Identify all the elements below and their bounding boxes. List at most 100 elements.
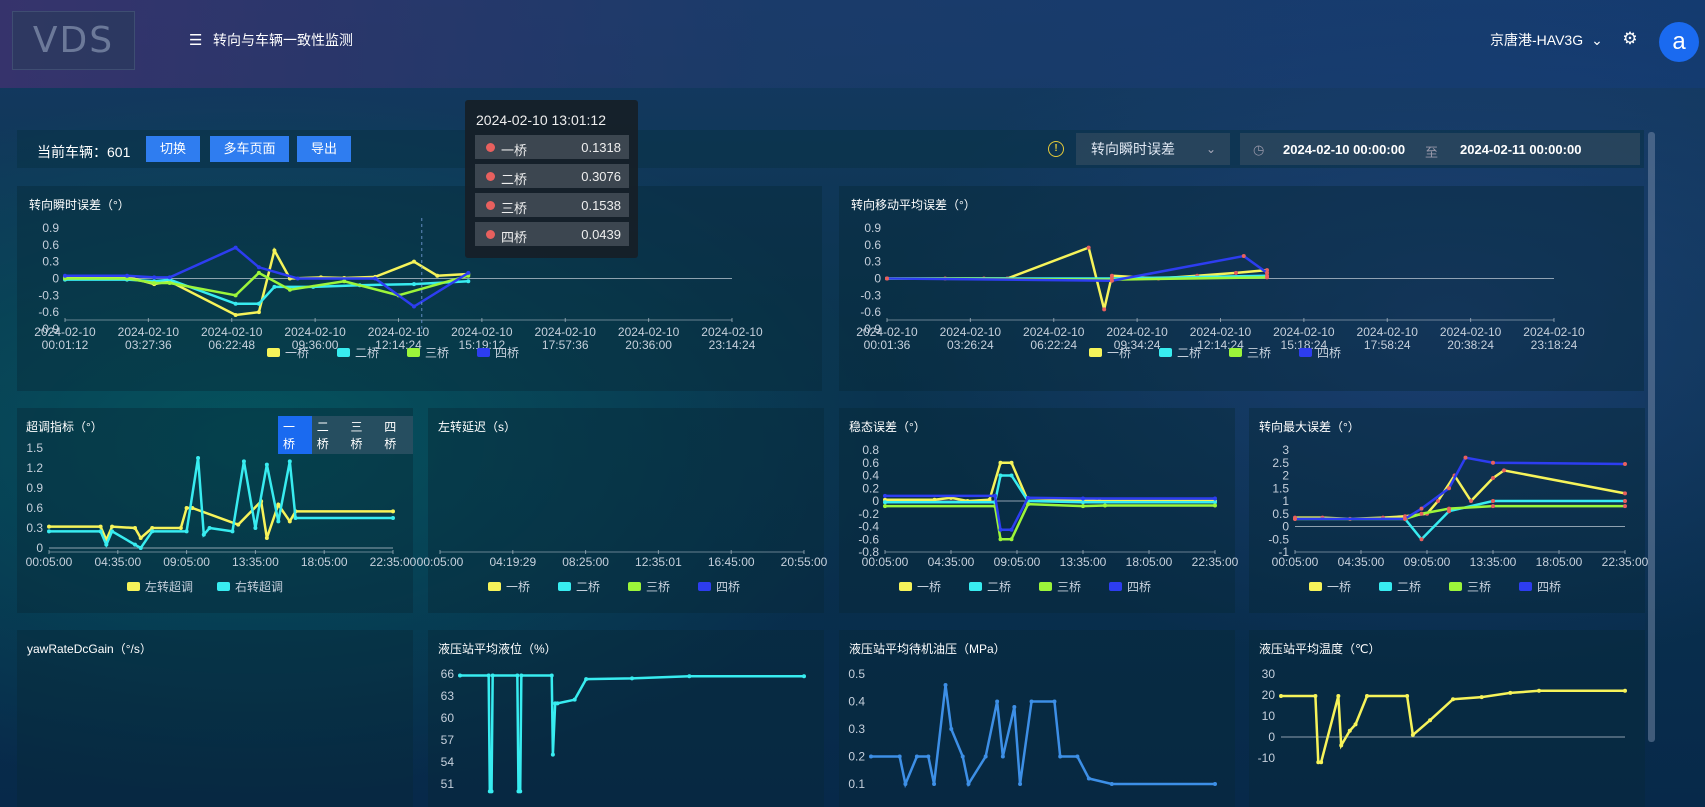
x-tick-label: 06:22:24 (1030, 338, 1077, 352)
chart-mavg[interactable]: 0.90.60.30-0.3-0.6-0.92024-02-1000:01:36… (839, 186, 1644, 391)
date-range-picker[interactable]: ◷ 2024-02-10 00:00:00 至 2024-02-11 00:00… (1240, 133, 1640, 165)
menu-icon[interactable]: ☰ (189, 31, 203, 49)
data-point (572, 697, 577, 702)
y-tick-label: -0.3 (860, 288, 881, 302)
data-point (1081, 496, 1085, 501)
chart-tooltip: 2024-02-10 13:01:12 一桥 0.1318 二桥 0.3076 三桥… (465, 100, 638, 258)
data-point (47, 524, 51, 529)
x-tick-label: 09:05:00 (994, 555, 1041, 569)
chart-press[interactable]: 0.5 0.4 0.3 0.2 0.1 (839, 630, 1235, 807)
scrollbar[interactable] (1648, 132, 1655, 742)
data-point (1103, 503, 1107, 508)
switch-button[interactable]: 切换 (146, 136, 200, 162)
data-point (897, 754, 902, 759)
legend-label: 三桥 (1467, 580, 1491, 594)
data-point (342, 279, 347, 284)
tooltip-row: 三桥 0.1538 (475, 193, 629, 217)
metric-select[interactable]: 转向瞬时误差 ⌄ (1076, 133, 1230, 165)
data-point (932, 782, 937, 786)
data-point (687, 674, 692, 679)
legend-swatch (127, 582, 140, 591)
data-point (584, 677, 589, 682)
chart-inst[interactable]: 0.90.60.30-0.3-0.6-0.92024-02-1000:01:12… (17, 186, 822, 391)
data-point (272, 284, 277, 289)
data-point (1313, 694, 1318, 699)
chart-yaw[interactable] (17, 630, 413, 807)
data-point (1623, 499, 1627, 503)
chevron-down-icon: ⌄ (1205, 142, 1216, 156)
x-tick-label: 00:05:00 (417, 555, 464, 569)
data-point (1009, 460, 1014, 465)
x-tick-label: 13:35:00 (232, 555, 279, 569)
tooltip-row: 一桥 0.1318 (475, 135, 629, 159)
data-point (883, 493, 887, 498)
legend-swatch (1309, 582, 1322, 591)
legend-swatch (1109, 582, 1122, 591)
panel-mavg: 转向移动平均误差（°） 0.9 0.6 0.3 0 -0.3 -0.6 -0.9 2024-0… (839, 186, 1644, 391)
export-button[interactable]: 导出 (297, 136, 351, 162)
panel-yaw: yawRateDcGain（°/s） (17, 630, 413, 807)
date-end[interactable]: 2024-02-11 00:00:00 (1460, 142, 1581, 157)
data-point (391, 509, 395, 514)
chart-steady[interactable]: 0.80.60.40.20-0.2-0.4-0.6-0.800:05:00 04:… (839, 408, 1238, 613)
legend-label: 四桥 (1317, 346, 1341, 360)
data-point (1502, 468, 1506, 473)
legend-swatch (217, 582, 230, 591)
chart-max[interactable]: 32.521.510.50-0.5-100:05:00 04:35:00 09:05… (1249, 408, 1648, 613)
legend-swatch (477, 348, 490, 357)
data-point (272, 248, 277, 253)
x-tick-label: 2024-02-10 (1440, 325, 1502, 339)
data-point (983, 754, 988, 759)
data-point (458, 673, 462, 678)
y-tick-label: 0.5 (848, 667, 865, 681)
multi-vehicle-button[interactable]: 多车页面 (210, 136, 289, 162)
data-point (104, 542, 109, 547)
series-line (1295, 504, 1625, 521)
x-tick-label: 09:05:00 (1404, 555, 1451, 569)
y-tick-label: -10 (1258, 751, 1276, 765)
x-tick-label: 18:05:00 (1126, 555, 1173, 569)
data-point (125, 273, 130, 278)
data-point (519, 673, 524, 678)
legend-label: 左转超调 (145, 579, 193, 594)
data-point (264, 462, 269, 467)
date-start[interactable]: 2024-02-10 00:00:00 (1283, 142, 1405, 157)
x-tick-label: 13:35:00 (1060, 555, 1107, 569)
data-point (178, 526, 183, 530)
data-point (1405, 694, 1410, 699)
series-line (1295, 469, 1626, 521)
chart-delay[interactable]: 00:05:00 04:19:29 08:25:00 12:35:01 16:45:00… (417, 408, 828, 613)
data-point (110, 524, 115, 529)
data-point (1234, 270, 1239, 275)
x-tick-label: 2024-02-10 (535, 325, 597, 339)
data-point (903, 782, 908, 786)
data-point (1347, 728, 1352, 733)
data-point (998, 527, 1003, 532)
data-point (276, 519, 281, 524)
page-title[interactable]: ☰ 转向与车辆一致性监测 (189, 30, 353, 50)
data-point (1058, 754, 1063, 759)
data-point (630, 676, 634, 681)
x-tick-label: 20:38:24 (1447, 338, 1494, 352)
data-point (1319, 760, 1324, 765)
y-tick-label: 0.3 (848, 722, 865, 736)
chart-over[interactable]: 1.5 1.2 0.9 0.6 0.3 000:05:00 04:35:00 09:05:00… (17, 408, 417, 613)
y-tick-label: 0.9 (26, 481, 43, 495)
data-point (1479, 695, 1484, 700)
data-point (287, 287, 292, 292)
avatar[interactable]: a (1659, 22, 1699, 62)
dot-icon (486, 172, 495, 181)
data-point (998, 460, 1003, 465)
data-point (1026, 495, 1030, 500)
legend-swatch (337, 348, 350, 357)
chart-temp[interactable]: 30 20 10 0 -10 (1249, 630, 1645, 807)
y-tick-label: 0.3 (42, 255, 59, 269)
x-tick-label: 2024-02-10 (368, 325, 430, 339)
vehicle-selector[interactable]: 京唐港-HAV3G ⌄ (1490, 30, 1603, 50)
data-point (1213, 782, 1217, 786)
y-tick-label: 0.3 (26, 521, 43, 535)
y-tick-label: 0.2 (848, 750, 865, 764)
chart-level[interactable]: 66 63 60 57 54 51 (428, 630, 824, 807)
date-separator: 至 (1425, 145, 1439, 160)
settings-icon[interactable]: ⚙ (1621, 30, 1639, 48)
